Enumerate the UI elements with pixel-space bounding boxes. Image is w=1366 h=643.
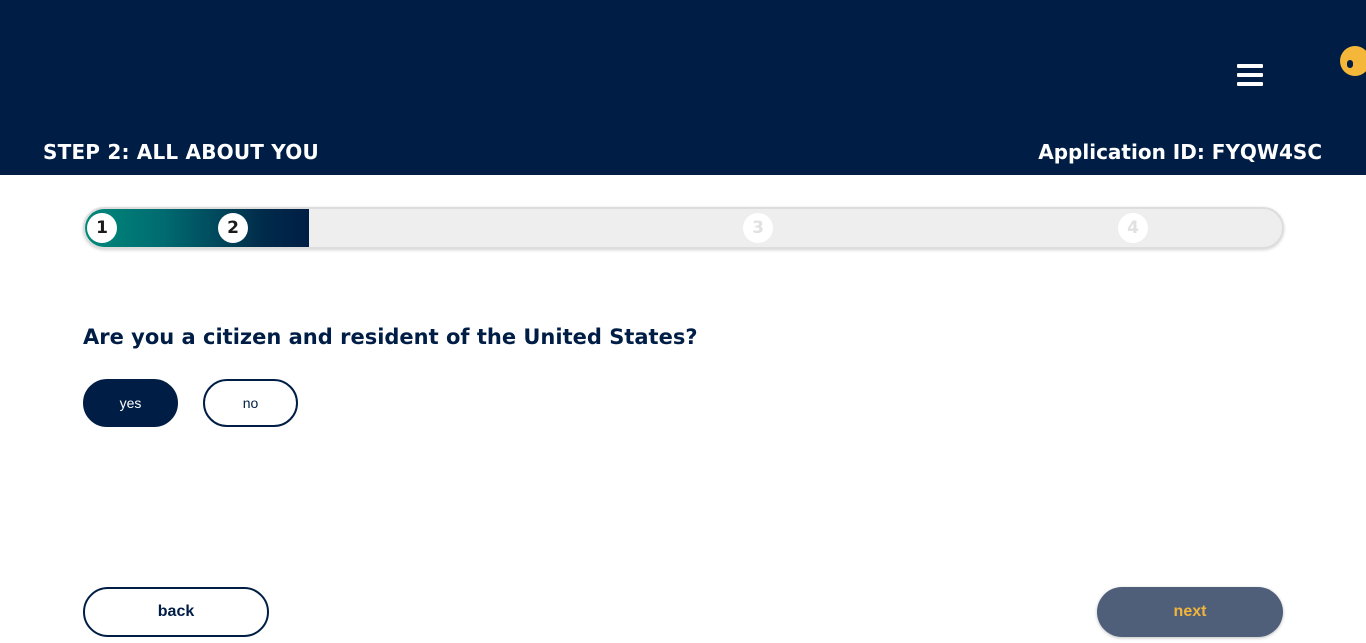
menu-line <box>1237 64 1263 68</box>
menu-line <box>1237 82 1263 86</box>
answer-no-button[interactable]: no <box>203 379 298 427</box>
back-button[interactable]: back <box>83 587 269 637</box>
progress-fill <box>85 209 309 247</box>
hamburger-menu-icon[interactable] <box>1237 64 1263 86</box>
progress-step-4: 4 <box>1118 213 1148 243</box>
progress-bar: 1 2 3 4 <box>83 207 1284 249</box>
step-title: STEP 2: ALL ABOUT YOU <box>43 140 319 164</box>
application-id: Application ID: FYQW4SC <box>1038 140 1322 164</box>
header-bar: STEP 2: ALL ABOUT YOU Application ID: FY… <box>0 0 1366 175</box>
progress-step-3: 3 <box>743 213 773 243</box>
question-text: Are you a citizen and resident of the Un… <box>83 325 698 349</box>
next-button[interactable]: next <box>1097 587 1283 637</box>
help-icon[interactable] <box>1340 46 1366 76</box>
progress-step-2: 2 <box>218 213 248 243</box>
answer-yes-button[interactable]: yes <box>83 379 178 427</box>
progress-step-1: 1 <box>87 213 117 243</box>
menu-line <box>1237 73 1263 77</box>
